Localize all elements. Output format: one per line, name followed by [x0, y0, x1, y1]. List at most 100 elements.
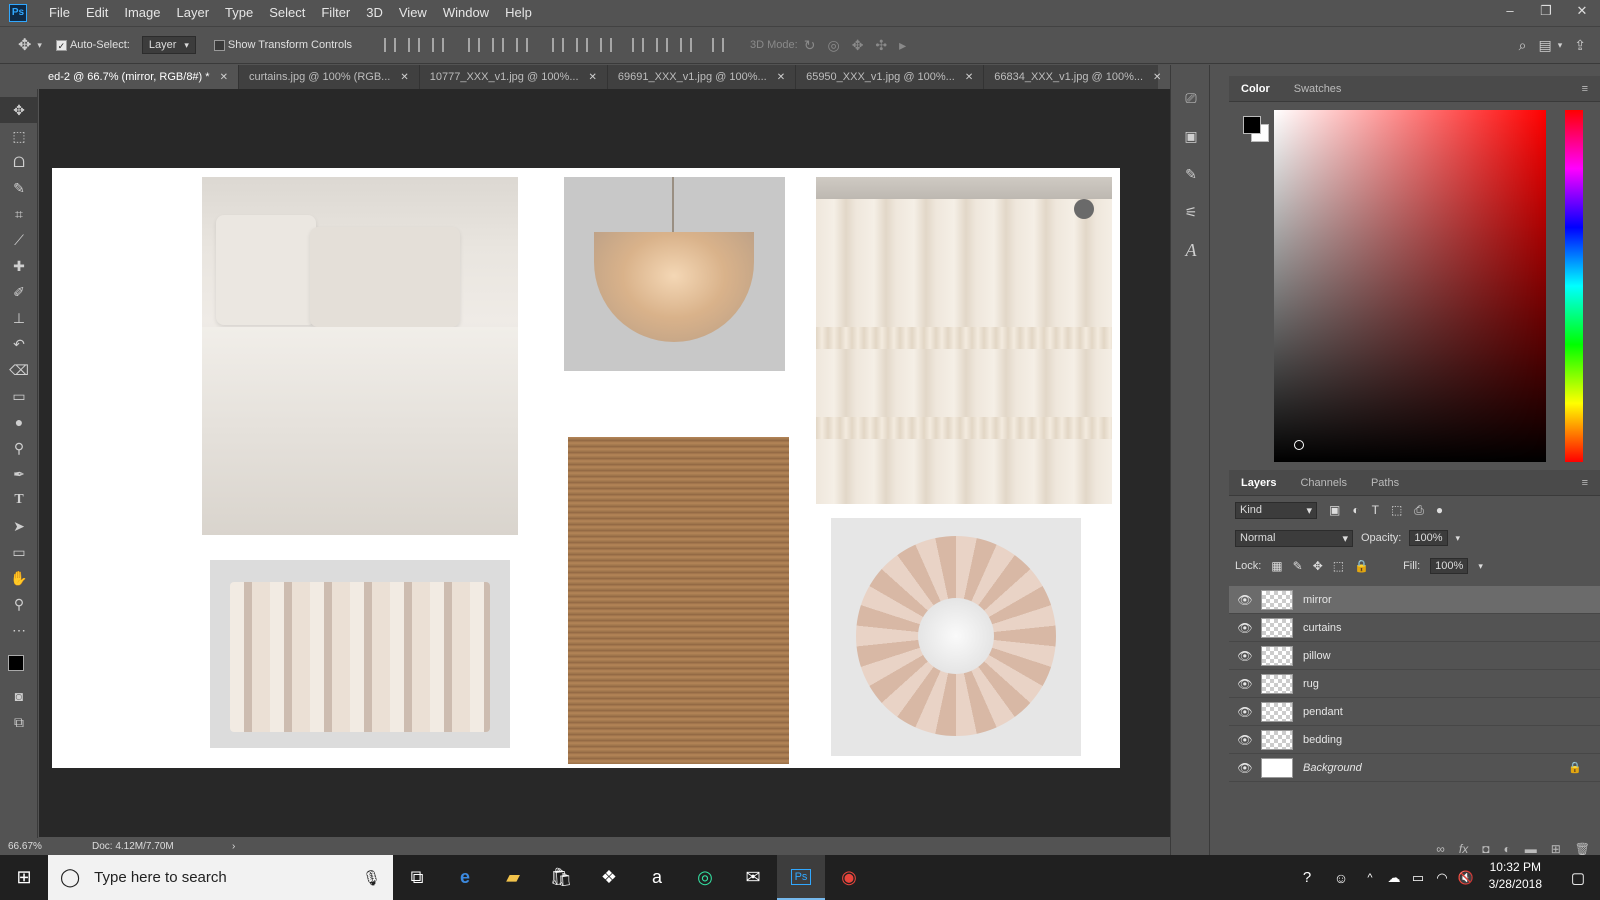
auto-align-icon[interactable] [712, 38, 725, 52]
healing-brush-tool-icon[interactable]: ✚ [0, 253, 38, 279]
more-tools-icon[interactable]: ⋯ [0, 617, 38, 643]
lasso-tool-icon[interactable]: ᗝ [0, 149, 38, 175]
visibility-eye-icon[interactable]: 👁 [1229, 649, 1261, 663]
taskbar-clock[interactable]: 10:32 PM 3/28/2018 [1489, 859, 1542, 893]
adjustments-icon[interactable]: ⚟ [1171, 193, 1211, 231]
dodge-tool-icon[interactable]: ⚲ [0, 435, 38, 461]
type-tool-icon[interactable]: T [0, 487, 38, 513]
zoom-level[interactable]: 66.67% [0, 841, 52, 852]
notifications-icon[interactable]: ▢ [1556, 855, 1600, 900]
chrome-icon[interactable]: ◉ [825, 855, 873, 900]
visibility-eye-icon[interactable]: 👁 [1229, 733, 1261, 747]
curtains-image[interactable] [816, 177, 1112, 504]
close-icon[interactable]: ✕ [1153, 72, 1161, 83]
microphone-icon[interactable]: 🎙 [362, 869, 381, 887]
taskbar-search-box[interactable]: ◯ Type here to search 🎙 [48, 855, 393, 900]
path-select-tool-icon[interactable]: ➤ [0, 513, 38, 539]
layer-name[interactable]: Background [1303, 762, 1568, 774]
edge-browser-icon[interactable]: e [441, 855, 489, 900]
show-transform-checkbox[interactable]: Show Transform Controls [213, 39, 352, 51]
tab-color[interactable]: Color [1229, 83, 1282, 95]
share-icon[interactable]: ⇪ [1574, 37, 1586, 54]
layer-name[interactable]: curtains [1303, 622, 1342, 634]
tab-moodboard[interactable]: ed-2 @ 66.7% (mirror, RGB/8#) * ✕ [38, 65, 239, 89]
menu-type[interactable]: Type [217, 0, 261, 25]
hue-slider[interactable] [1565, 110, 1583, 462]
tab-69691[interactable]: 69691_XXX_v1.jpg @ 100%... ✕ [608, 65, 797, 89]
mail-icon[interactable]: ✉ [729, 855, 777, 900]
layer-name[interactable]: rug [1303, 678, 1319, 690]
new-layer-icon[interactable]: ⊞ [1551, 842, 1561, 856]
tripadvisor-icon[interactable]: ◎ [681, 855, 729, 900]
layer-row-rug[interactable]: 👁 rug [1229, 670, 1600, 698]
visibility-eye-icon[interactable]: 👁 [1229, 705, 1261, 719]
file-explorer-icon[interactable]: ▰ [489, 855, 537, 900]
brush-settings-icon[interactable]: ✎ [1171, 155, 1211, 193]
visibility-eye-icon[interactable]: 👁 [1229, 677, 1261, 691]
auto-select-checkbox[interactable]: ✓ Auto-Select: [55, 39, 130, 51]
lock-all-icon[interactable]: 🔒 [1354, 559, 1369, 573]
close-icon[interactable]: ✕ [589, 72, 597, 83]
foreground-color-swatch[interactable] [8, 655, 24, 671]
lock-icon[interactable]: 🔒 [1568, 761, 1582, 774]
distribute-hcenter-icon[interactable] [656, 38, 669, 52]
foreground-color-swatch[interactable] [1243, 116, 1261, 134]
3d-slide-icon[interactable]: ✣ [875, 37, 887, 54]
visibility-eye-icon[interactable]: 👁 [1229, 621, 1261, 635]
auto-select-target-dropdown[interactable]: Layer ▾ [141, 36, 196, 54]
menu-file[interactable]: File [41, 0, 78, 25]
panel-menu-icon[interactable]: ≡ [1570, 477, 1600, 489]
quick-select-tool-icon[interactable]: ✎ [0, 175, 38, 201]
menu-help[interactable]: Help [497, 0, 540, 25]
tab-swatches[interactable]: Swatches [1282, 83, 1354, 95]
lock-paint-icon[interactable]: ✎ [1293, 559, 1303, 573]
wifi-icon[interactable]: ◠ [1430, 855, 1454, 900]
tab-channels[interactable]: Channels [1288, 477, 1358, 489]
move-tool-icon[interactable]: ✥ [0, 97, 38, 123]
eraser-tool-icon[interactable]: ⌫ [0, 357, 38, 383]
distribute-top-icon[interactable] [552, 38, 565, 52]
pillow-image[interactable] [210, 560, 510, 748]
bedding-image[interactable] [202, 177, 518, 535]
align-left-icon[interactable] [468, 38, 481, 52]
layer-row-background[interactable]: 👁 Background 🔒 [1229, 754, 1600, 782]
distribute-vcenter-icon[interactable] [576, 38, 589, 52]
menu-edit[interactable]: Edit [78, 0, 116, 25]
filter-toggle-icon[interactable]: ● [1436, 503, 1443, 517]
restore-button[interactable]: ❐ [1528, 0, 1564, 25]
filter-smart-object-icon[interactable]: ⎙ [1414, 503, 1424, 518]
3d-orbit-icon[interactable]: ↻ [804, 37, 816, 54]
layer-kind-filter[interactable]: Kind ▾ [1235, 501, 1317, 519]
search-icon[interactable]: ⌕ [1519, 37, 1527, 54]
screen-mode-icon[interactable]: ⧉ [0, 709, 38, 735]
chevron-down-icon[interactable]: ▾ [1478, 561, 1483, 572]
help-icon[interactable]: ? [1290, 855, 1324, 900]
fill-field[interactable]: 100% [1430, 558, 1469, 574]
color-picker-marker[interactable] [1294, 440, 1304, 450]
character-panel-icon[interactable]: A [1171, 231, 1211, 269]
layer-name[interactable]: pendant [1303, 706, 1343, 718]
distribute-right-icon[interactable] [680, 38, 693, 52]
chevron-up-icon[interactable]: ^ [1358, 855, 1382, 900]
menu-layer[interactable]: Layer [169, 0, 218, 25]
volume-muted-icon[interactable]: 🔇 [1454, 855, 1478, 900]
visibility-eye-icon[interactable]: 👁 [1229, 761, 1261, 775]
workspace-icon[interactable]: ▤ [1539, 37, 1552, 54]
windows-start-icon[interactable]: ⊞ [0, 855, 48, 900]
menu-3d[interactable]: 3D [358, 0, 391, 25]
add-mask-icon[interactable]: ◘ [1482, 842, 1489, 856]
people-icon[interactable]: ☺ [1324, 855, 1358, 900]
distribute-bottom-icon[interactable] [600, 38, 613, 52]
align-bottom-icon[interactable] [432, 38, 445, 52]
3d-roll-icon[interactable]: ◎ [827, 37, 839, 54]
chevron-right-icon[interactable]: › [232, 841, 235, 852]
amazon-icon[interactable]: a [633, 855, 681, 900]
fx-icon[interactable]: fx [1459, 842, 1468, 856]
lock-transparent-icon[interactable]: ▦ [1271, 559, 1282, 573]
blend-mode-dropdown[interactable]: Normal ▾ [1235, 529, 1353, 547]
properties-panel-icon[interactable]: ▣ [1171, 117, 1211, 155]
close-icon[interactable]: ✕ [965, 72, 973, 83]
hand-tool-icon[interactable]: ✋ [0, 565, 38, 591]
battery-icon[interactable]: ▭ [1406, 855, 1430, 900]
filter-type-icon[interactable]: T [1372, 503, 1379, 517]
